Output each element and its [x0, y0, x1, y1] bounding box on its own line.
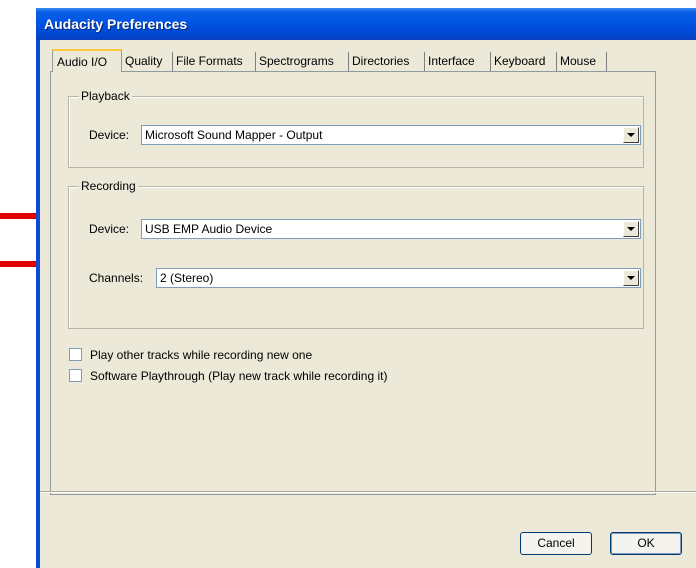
- dialog-body: Audio I/O Quality File Formats Spectrogr…: [40, 40, 696, 568]
- tab-spectrograms[interactable]: Spectrograms: [256, 52, 349, 71]
- tab-file-formats[interactable]: File Formats: [173, 52, 256, 71]
- tab-directories[interactable]: Directories: [349, 52, 425, 71]
- cancel-button[interactable]: Cancel: [520, 532, 592, 555]
- audio-io-panel: Playback Device: Microsoft Sound Mapper …: [50, 71, 656, 495]
- tab-quality[interactable]: Quality: [122, 52, 173, 71]
- recording-device-select[interactable]: USB EMP Audio Device: [141, 219, 641, 239]
- playback-device-label: Device:: [89, 128, 130, 142]
- ok-button[interactable]: OK: [610, 532, 682, 555]
- recording-channels-value: 2 (Stereo): [160, 271, 214, 285]
- tab-mouse[interactable]: Mouse: [557, 52, 607, 71]
- play-other-tracks-label: Play other tracks while recording new on…: [90, 348, 313, 362]
- play-other-tracks-checkbox[interactable]: [69, 348, 82, 361]
- chevron-down-icon[interactable]: [623, 127, 639, 143]
- footer-divider: [40, 491, 696, 493]
- title-bar[interactable]: Audacity Preferences: [36, 8, 696, 40]
- software-playthrough-label: Software Playthrough (Play new track whi…: [90, 369, 388, 383]
- recording-device-value: USB EMP Audio Device: [145, 222, 273, 236]
- recording-group: Recording Device: USB EMP Audio Device C…: [68, 179, 644, 329]
- tab-audio-io[interactable]: Audio I/O: [52, 49, 122, 72]
- recording-channels-label: Channels:: [89, 271, 144, 285]
- tab-keyboard[interactable]: Keyboard: [491, 52, 557, 71]
- software-playthrough-checkbox[interactable]: [69, 369, 82, 382]
- recording-group-label: Recording: [79, 179, 138, 193]
- playback-group: Playback Device: Microsoft Sound Mapper …: [68, 89, 644, 168]
- preferences-window: Audacity Preferences Audio I/O Quality F…: [36, 8, 696, 568]
- tab-interface[interactable]: Interface: [425, 52, 491, 71]
- recording-device-label: Device:: [89, 222, 130, 236]
- playback-device-value: Microsoft Sound Mapper - Output: [145, 128, 323, 142]
- playback-group-label: Playback: [79, 89, 132, 103]
- recording-channels-select[interactable]: 2 (Stereo): [156, 268, 641, 288]
- window-title: Audacity Preferences: [44, 16, 188, 32]
- chevron-down-icon[interactable]: [623, 221, 639, 237]
- software-playthrough-option[interactable]: Software Playthrough (Play new track whi…: [69, 369, 469, 383]
- playback-device-select[interactable]: Microsoft Sound Mapper - Output: [141, 125, 641, 145]
- chevron-down-icon[interactable]: [623, 270, 639, 286]
- play-other-tracks-option[interactable]: Play other tracks while recording new on…: [69, 348, 469, 362]
